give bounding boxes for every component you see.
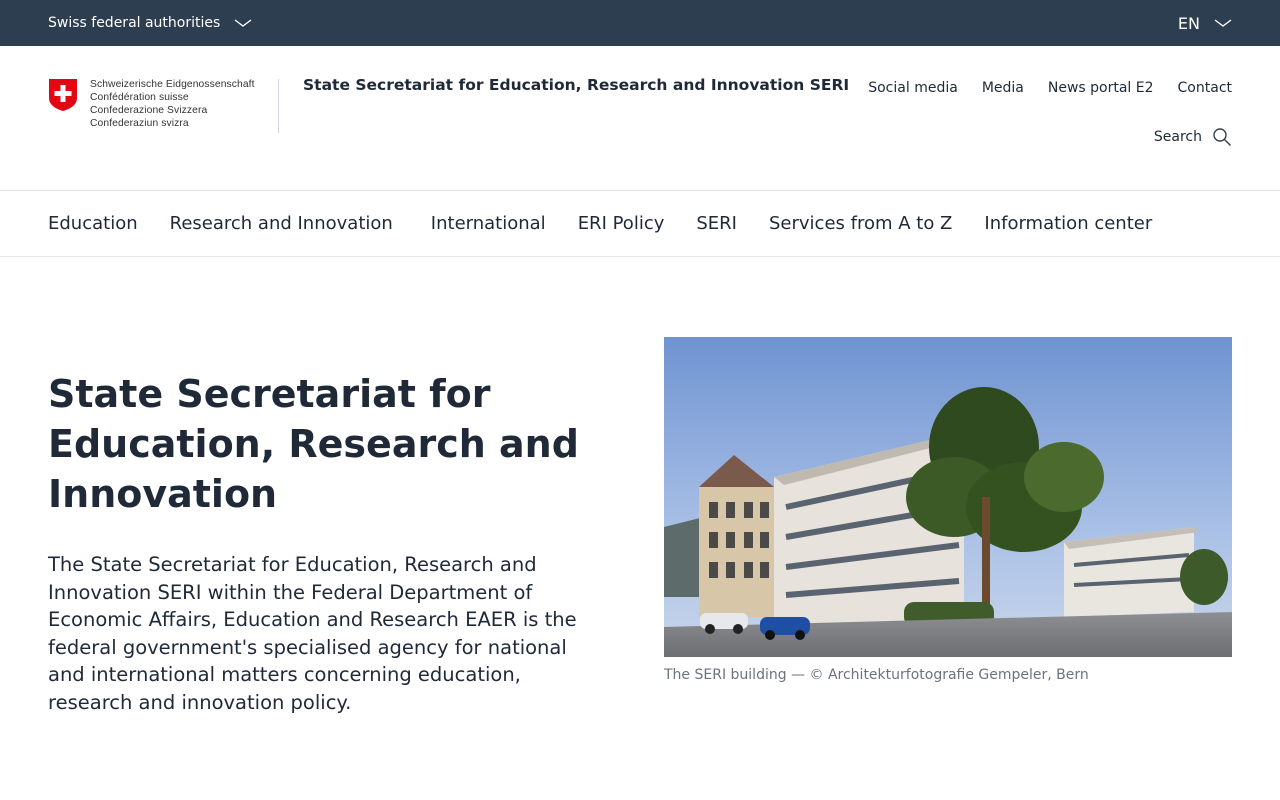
- site-header: Schweizerische Eidgenossenschaft Confédé…: [0, 46, 1280, 191]
- language-label: EN: [1177, 13, 1200, 33]
- service-link-contact[interactable]: Contact: [1178, 80, 1232, 96]
- chevron-down-icon: [234, 19, 252, 27]
- nav-item-seri[interactable]: SERI: [696, 213, 737, 234]
- nav-item-services-a-z[interactable]: Services from A to Z: [769, 213, 952, 234]
- chevron-down-icon: [1214, 19, 1232, 27]
- confederation-wordmark: Schweizerische Eidgenossenschaft Confédé…: [90, 78, 255, 130]
- swiss-cross-icon: [49, 79, 77, 111]
- federal-authorities-label: Swiss federal authorities: [48, 15, 221, 31]
- nav-item-education[interactable]: Education: [48, 213, 138, 234]
- image-caption: The SERI building — © Architekturfotogra…: [664, 667, 1089, 683]
- main-navigation: Education Research and Innovation Intern…: [0, 191, 1280, 257]
- confederation-line-rm: Confederaziun svizra: [90, 118, 189, 129]
- nav-item-information-center[interactable]: Information center: [984, 213, 1152, 234]
- department-title[interactable]: State Secretariat for Education, Researc…: [303, 76, 849, 94]
- language-selector[interactable]: EN: [1178, 14, 1232, 33]
- search-label: Search: [1153, 129, 1202, 145]
- hero-section: State Secretariat for Education, Researc…: [0, 257, 1280, 800]
- nav-item-research-innovation[interactable]: Research and Innovation: [170, 213, 393, 234]
- nav-item-eri-policy[interactable]: ERI Policy: [578, 213, 665, 234]
- confederation-logo[interactable]: Schweizerische Eidgenossenschaft Confédé…: [48, 78, 255, 130]
- confederation-line-fr: Confédération suisse: [90, 92, 189, 103]
- service-navigation: Social media Media News portal E2 Contac…: [868, 80, 1232, 96]
- confederation-line-de: Schweizerische Eidgenossenschaft: [90, 79, 255, 90]
- service-link-news-portal[interactable]: News portal E2: [1048, 80, 1154, 96]
- federal-topbar: Swiss federal authorities EN: [0, 0, 1280, 46]
- federal-authorities-dropdown[interactable]: Swiss federal authorities: [48, 15, 252, 31]
- seri-building-photo: [664, 337, 1232, 657]
- search-button[interactable]: Search: [1154, 127, 1232, 147]
- nav-item-international[interactable]: International: [431, 213, 546, 234]
- brand-divider: [278, 79, 279, 133]
- service-link-media[interactable]: Media: [982, 80, 1024, 96]
- confederation-line-it: Confederazione Svizzera: [90, 105, 208, 116]
- hero-figure: The SERI building — © Architekturfotogra…: [664, 337, 1232, 683]
- service-link-social-media[interactable]: Social media: [868, 80, 958, 96]
- search-icon: [1213, 128, 1231, 146]
- hero-description: The State Secretariat for Education, Res…: [48, 553, 577, 714]
- page-title: State Secretariat for Education, Researc…: [48, 372, 579, 516]
